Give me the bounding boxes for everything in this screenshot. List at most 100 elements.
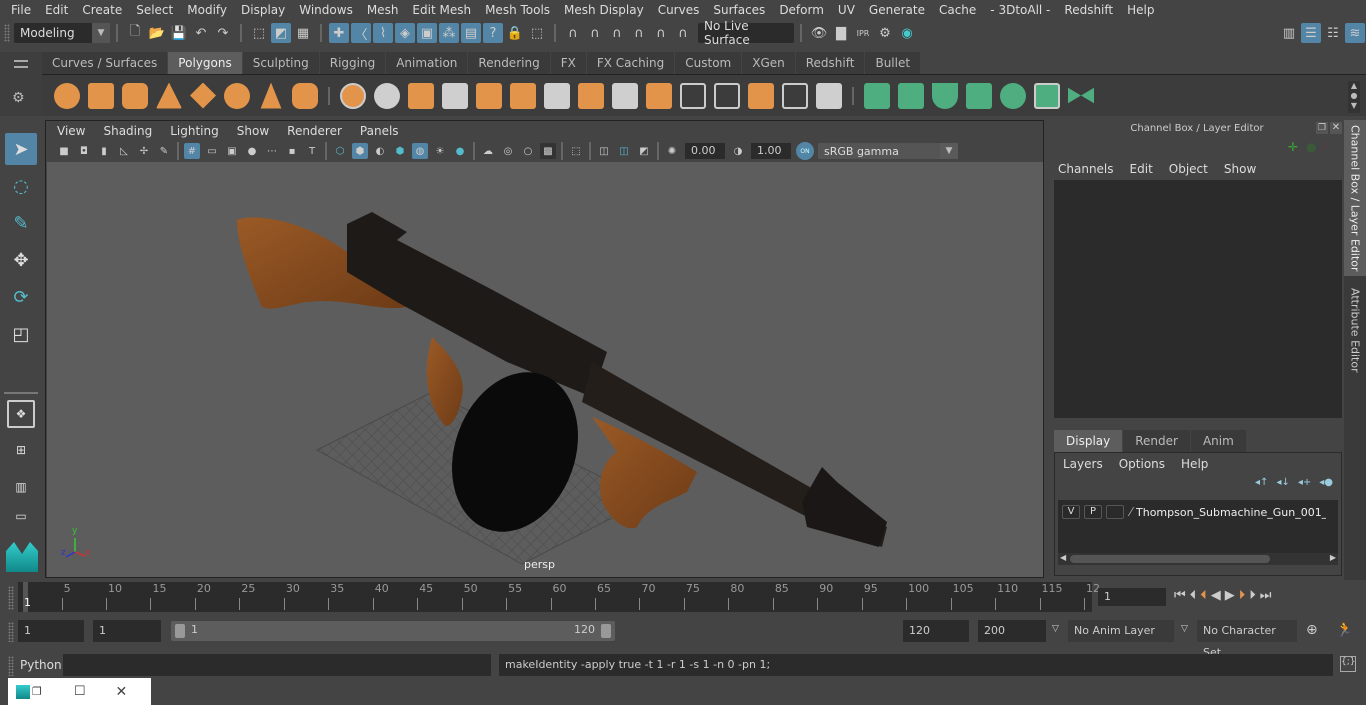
layer-menu-options[interactable]: Options (1111, 457, 1173, 471)
menu-mesh-display[interactable]: Mesh Display (557, 3, 651, 17)
bridge-icon[interactable] (544, 82, 570, 109)
poly-torus-icon[interactable] (224, 82, 250, 109)
select-tool-icon[interactable]: ➤ (5, 133, 37, 165)
viewport-menu-show[interactable]: Show (228, 124, 278, 138)
3d-viewport[interactable]: y x z persp (47, 162, 1043, 577)
single-perspective-layout-icon[interactable]: ❖ (7, 400, 35, 428)
snap-face-icon[interactable]: ▣ (417, 23, 437, 43)
tab-fx[interactable]: FX (550, 52, 586, 74)
poly-cylinder-icon[interactable] (122, 82, 148, 109)
new-layer-selected-icon[interactable]: ◂● (1319, 477, 1333, 488)
gear-icon[interactable]: ⚙ (12, 90, 25, 106)
layer-display-type-toggle[interactable] (1106, 505, 1124, 519)
move-layer-up-icon[interactable]: ◂↑ (1255, 477, 1268, 488)
menu-cache[interactable]: Cache (932, 3, 983, 17)
range-slider[interactable]: 1 120 (171, 621, 615, 641)
help-icon[interactable]: ? (483, 23, 503, 43)
scale-tool-icon[interactable]: ◰ (5, 318, 37, 350)
menu-modify[interactable]: Modify (180, 3, 234, 17)
close-icon[interactable]: ✕ (116, 684, 128, 700)
step-back-frame-icon[interactable]: ⏴ (1190, 588, 1197, 603)
live-surface-field[interactable]: No Live Surface (698, 19, 794, 47)
persp-graph-layout-icon[interactable]: ▭ (5, 508, 37, 524)
menu-file[interactable]: File (4, 3, 38, 17)
screen-space-ao-icon[interactable]: ☁ (480, 143, 496, 159)
use-all-lights-icon[interactable]: ☀ (432, 143, 448, 159)
tab-xgen[interactable]: XGen (742, 52, 795, 74)
time-slider[interactable]: 1 5 10 15 20 25 30 35 40 45 50 55 60 65 70 75 80 85 90 95 1… (18, 582, 1100, 612)
playback-start-field[interactable]: 1 (93, 620, 161, 642)
menu-deform[interactable]: Deform (772, 3, 831, 17)
quad-draw-icon[interactable] (816, 82, 842, 109)
viewport-menu-view[interactable]: View (48, 124, 94, 138)
gate-mask-icon[interactable]: ● (244, 143, 260, 159)
smooth-icon[interactable] (442, 82, 468, 109)
render-frame-icon[interactable]: ▇ (831, 23, 851, 43)
chevron-down-icon[interactable]: ▽ (1052, 624, 1059, 634)
film-gate-icon[interactable]: ▭ (204, 143, 220, 159)
menu-surfaces[interactable]: Surfaces (706, 3, 772, 17)
playback-end-field[interactable]: 120 (903, 620, 969, 642)
channel-menu-edit[interactable]: Edit (1122, 162, 1161, 176)
textured-icon[interactable]: ◍ (412, 143, 428, 159)
menu-create[interactable]: Create (75, 3, 129, 17)
magnet-view-icon[interactable]: ∩ (673, 23, 693, 43)
poly-pipe-icon[interactable] (292, 82, 318, 109)
four-view-layout-icon[interactable]: ⊞ (5, 434, 37, 466)
exposure-field[interactable]: 0.00 (685, 143, 725, 159)
motion-blur-icon[interactable]: ◎ (500, 143, 516, 159)
collapse-icon[interactable] (782, 82, 808, 109)
bookmark-icon[interactable]: ▮ (96, 143, 112, 159)
menu-edit[interactable]: Edit (38, 3, 75, 17)
new-layer-icon[interactable]: ◂+ (1298, 477, 1311, 488)
resolution-gate-icon[interactable]: ▣ (224, 143, 240, 159)
snap-view-icon[interactable]: ▤ (461, 23, 481, 43)
default-lighting-icon[interactable]: ◐ (372, 143, 388, 159)
poly-sphere-icon[interactable] (54, 82, 80, 109)
menu-windows[interactable]: Windows (292, 3, 360, 17)
color-space-selector[interactable]: sRGB gamma ▼ (818, 143, 958, 159)
menu-display[interactable]: Display (234, 3, 292, 17)
magnet-live-icon[interactable]: ∩ (651, 23, 671, 43)
hypershade-icon[interactable]: ◉ (897, 23, 917, 43)
menu-curves[interactable]: Curves (651, 3, 707, 17)
viewport-menu-panels[interactable]: Panels (351, 124, 408, 138)
safe-action-icon[interactable]: ▪ (284, 143, 300, 159)
step-back-key-icon[interactable]: ⏴ (1200, 588, 1207, 603)
select-highlight-icon[interactable]: ⬚ (527, 23, 547, 43)
restore-icon[interactable]: ❐ (32, 685, 42, 698)
xray-components-icon[interactable]: ◩ (636, 143, 652, 159)
mirror-icon[interactable] (408, 82, 434, 109)
uv-editor-icon[interactable] (1034, 82, 1060, 109)
layer-row[interactable]: V P ⁄ Thompson_Submachine_Gun_001_layer (1058, 502, 1338, 522)
speed-icon[interactable]: ● (1306, 140, 1316, 154)
open-scene-icon[interactable]: 📂 (147, 23, 167, 43)
layer-menu-help[interactable]: Help (1173, 457, 1216, 471)
snap-live-icon[interactable]: ⁂ (439, 23, 459, 43)
auto-key-icon[interactable]: ⊕ (1306, 622, 1318, 638)
go-to-end-icon[interactable]: ⏭ (1260, 588, 1272, 603)
menu-generate[interactable]: Generate (862, 3, 932, 17)
rotate-tool-icon[interactable]: ⟳ (5, 281, 37, 313)
spherical-uv-icon[interactable] (932, 82, 958, 109)
depth-of-field-icon[interactable]: ▩ (540, 143, 556, 159)
isolate-select-icon[interactable]: ⬚ (568, 143, 584, 159)
manipulator-icon[interactable]: ✛ (1288, 140, 1298, 154)
move-layer-down-icon[interactable]: ◂↓ (1276, 477, 1289, 488)
hyper-icon[interactable]: ⁄ (1324, 140, 1326, 154)
command-input[interactable] (63, 654, 491, 676)
tab-bullet[interactable]: Bullet (865, 52, 921, 74)
viewport-menu-shading[interactable]: Shading (94, 124, 161, 138)
move-tool-icon[interactable]: ✥ (5, 244, 37, 276)
color-management-toggle[interactable]: ON (796, 142, 814, 160)
play-backwards-icon[interactable]: ◀ (1211, 588, 1221, 603)
grip-handle[interactable] (8, 586, 14, 610)
camera-attributes-icon[interactable]: ◘ (76, 143, 92, 159)
menu-mesh[interactable]: Mesh (360, 3, 406, 17)
xray-icon[interactable]: ◫ (596, 143, 612, 159)
magnet-grid-icon[interactable]: ∩ (563, 23, 583, 43)
menu-edit-mesh[interactable]: Edit Mesh (405, 3, 478, 17)
viewport-menu-lighting[interactable]: Lighting (161, 124, 228, 138)
channel-box-area[interactable] (1054, 180, 1342, 418)
undo-icon[interactable]: ↶ (191, 23, 211, 43)
